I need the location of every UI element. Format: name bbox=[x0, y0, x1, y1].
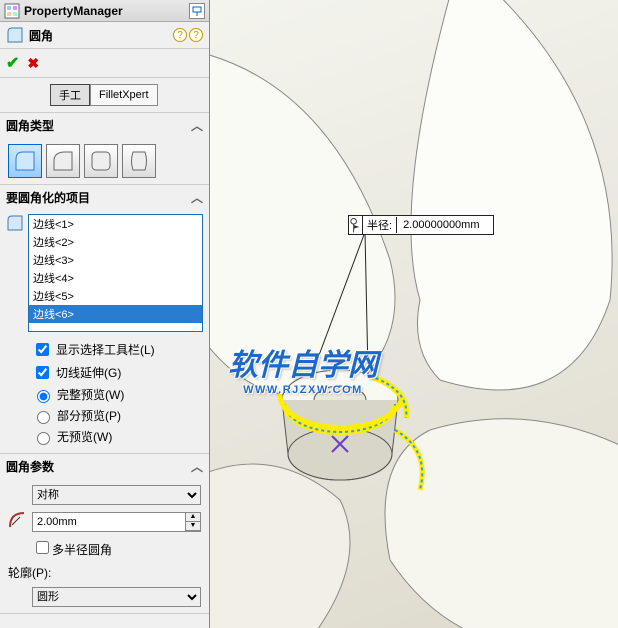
edge-selection-icon bbox=[6, 214, 28, 332]
pin-button[interactable] bbox=[189, 3, 205, 19]
list-item[interactable]: 边线<2> bbox=[29, 233, 202, 251]
spin-down[interactable]: ▼ bbox=[186, 522, 200, 531]
tab-manual[interactable]: 手工 bbox=[50, 84, 90, 106]
cancel-button[interactable]: ✖ bbox=[27, 55, 39, 72]
fillet-type-constant[interactable] bbox=[8, 144, 42, 178]
radius-input[interactable] bbox=[33, 513, 185, 531]
spin-up[interactable]: ▲ bbox=[186, 513, 200, 522]
profile-label: 轮廓(P): bbox=[8, 564, 201, 581]
chevron-up-icon: ︿ bbox=[191, 189, 203, 206]
help-pin-icon[interactable]: ? bbox=[189, 28, 203, 42]
opt-multi-radius[interactable]: 多半径圆角 bbox=[8, 538, 201, 558]
section-items: 要圆角化的项目 ︿ 边线<1> 边线<2> 边线<3> 边线<4> 边线<5> … bbox=[0, 185, 209, 454]
list-item[interactable]: 边线<1> bbox=[29, 215, 202, 233]
list-item[interactable]: 边线<6> bbox=[29, 305, 202, 323]
edge-selection-list[interactable]: 边线<1> 边线<2> 边线<3> 边线<4> 边线<5> 边线<6> bbox=[28, 214, 203, 332]
symmetry-select[interactable]: 对称 bbox=[32, 485, 201, 505]
feature-name: 圆角 bbox=[29, 27, 173, 44]
radius-callout[interactable]: 半径: 2.00000000mm bbox=[348, 215, 494, 235]
chevron-up-icon: ︿ bbox=[191, 458, 203, 475]
opt-partial-preview[interactable]: 部分预览(P) bbox=[32, 407, 203, 424]
callout-flag-icon bbox=[349, 216, 363, 234]
profile-select[interactable]: 圆形 bbox=[32, 587, 201, 607]
fillet-type-variable[interactable] bbox=[46, 144, 80, 178]
section-header-type[interactable]: 圆角类型 ︿ bbox=[0, 113, 209, 138]
help-icon[interactable]: ? bbox=[173, 28, 187, 42]
fillet-feature-icon bbox=[6, 26, 24, 44]
list-item[interactable]: 边线<4> bbox=[29, 269, 202, 287]
list-item[interactable]: 边线<3> bbox=[29, 251, 202, 269]
callout-value[interactable]: 2.00000000mm bbox=[397, 219, 493, 231]
section-header-items[interactable]: 要圆角化的项目 ︿ bbox=[0, 185, 209, 210]
radius-icon bbox=[8, 511, 28, 532]
callout-label: 半径: bbox=[363, 217, 397, 233]
panel-icon bbox=[4, 3, 20, 19]
section-header-params[interactable]: 圆角参数 ︿ bbox=[0, 454, 209, 479]
ok-cancel-bar: ✔ ✖ bbox=[0, 49, 209, 78]
section-params: 圆角参数 ︿ 对称 ▲▼ 多半径圆角 轮廓(P): 圆形 bbox=[0, 454, 209, 614]
list-item[interactable]: 边线<5> bbox=[29, 287, 202, 305]
panel-title: PropertyManager bbox=[24, 4, 189, 18]
opt-no-preview[interactable]: 无预览(W) bbox=[32, 428, 203, 445]
feature-header: 圆角 ? ? bbox=[0, 22, 209, 49]
section-fillet-type: 圆角类型 ︿ bbox=[0, 113, 209, 185]
fillet-type-full-round[interactable] bbox=[122, 144, 156, 178]
opt-tangent[interactable]: 切线延伸(G) bbox=[32, 363, 203, 382]
mode-tabs: 手工 FilletXpert bbox=[0, 78, 209, 113]
property-manager-panel: PropertyManager 圆角 ? ? ✔ ✖ 手工 FilletXper… bbox=[0, 0, 210, 628]
tab-filletxpert[interactable]: FilletXpert bbox=[90, 84, 158, 106]
ok-button[interactable]: ✔ bbox=[6, 53, 19, 73]
model-view bbox=[210, 0, 618, 628]
opt-show-toolbar[interactable]: 显示选择工具栏(L) bbox=[32, 340, 203, 359]
radius-spinner[interactable]: ▲▼ bbox=[32, 512, 201, 532]
graphics-viewport[interactable]: 半径: 2.00000000mm 软件自学网 WWW.RJZXW.COM bbox=[210, 0, 618, 628]
fillet-type-face[interactable] bbox=[84, 144, 118, 178]
opt-full-preview[interactable]: 完整预览(W) bbox=[32, 386, 203, 403]
panel-titlebar: PropertyManager bbox=[0, 0, 209, 22]
chevron-up-icon: ︿ bbox=[191, 117, 203, 134]
